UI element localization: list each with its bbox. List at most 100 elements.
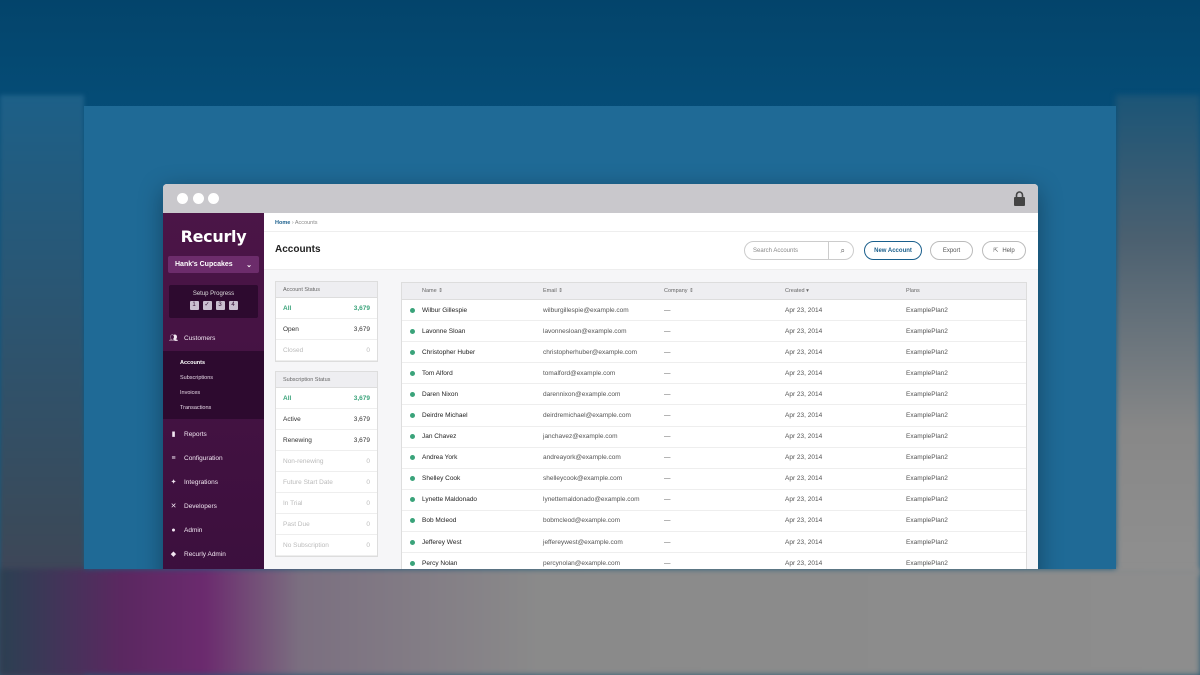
account-plan-text: ExamplePlan2 [906,496,948,504]
filter-row[interactable]: Past Due 0 [276,514,377,535]
account-plan: ExamplePlan2 [906,454,1026,461]
account-company: — [664,454,785,461]
shield-icon: ◆ [170,551,177,558]
account-name[interactable]: Jefferey West [402,539,543,546]
column-header-name[interactable]: Name ⇕ [402,288,543,294]
new-account-button[interactable]: New Account [864,241,922,260]
subnav-item-invoices[interactable]: Invoices [163,386,264,401]
table-row[interactable]: Daren Nixon darennixon@example.com — Apr 23… [402,384,1026,406]
export-button[interactable]: Export [930,241,973,260]
table-row[interactable]: Lavonne Sloan lavonnesloan@example.com — Ap… [402,321,1026,343]
account-plan-text: ExamplePlan2 [906,559,948,567]
table-row[interactable]: Tom Alford tomalford@example.com — Apr 23, … [402,363,1026,385]
search-icon[interactable]: ⌕ [841,246,845,256]
nav-item-reports[interactable]: ▮ Reports [163,428,264,440]
column-header-company[interactable]: Company ⇕ [664,288,785,294]
account-created-text: Apr 23, 2014 [785,348,823,356]
account-name[interactable]: Lynette Maldonado [402,496,543,503]
account-name[interactable]: Shelley Cook [402,475,543,482]
nav-item-customers[interactable]: 👥︎ Customers [163,332,264,344]
column-header-email[interactable]: Email ⇕ [543,288,664,294]
setup-step-1[interactable]: 1 [189,301,199,310]
window-dot-3[interactable] [208,193,219,204]
help-label: Help [1002,247,1015,254]
filter-row[interactable]: Renewing 3,679 [276,430,377,451]
account-email-text: deirdremichael@example.com [543,412,631,420]
account-name[interactable]: Daren Nixon [402,391,543,398]
nav-item-configuration[interactable]: ≡ Configuration [163,452,264,464]
account-name[interactable]: Wilbur Gillespie [402,307,543,314]
nav-label: Recurly Admin [184,550,226,558]
table-row[interactable]: Shelley Cook shelleycook@example.com — Apr … [402,469,1026,490]
status-dot-icon [410,413,415,419]
account-email: christopherhuber@example.com [543,349,664,356]
filter-row[interactable]: Active 3,679 [276,409,377,430]
filter-row[interactable]: Open 3,679 [276,319,377,340]
filter-row[interactable]: In Trial 0 [276,493,377,514]
account-name[interactable]: Christopher Huber [402,349,543,356]
nav-item-admin[interactable]: ● Admin [163,524,264,536]
nav-label: Reports [184,430,207,438]
account-plan: ExamplePlan2 [906,328,1026,335]
filter-row[interactable]: All 3,679 [276,298,377,319]
nav-item-developers[interactable]: ✕ Developers [163,500,264,512]
help-button[interactable]: ⇱ Help [982,241,1026,260]
site-selector[interactable]: Hank's Cupcakes ⌄ [168,256,259,273]
account-name-text: Wilbur Gillespie [422,306,468,314]
subnav-item-transactions[interactable]: Transactions [163,401,264,416]
table-row[interactable]: Christopher Huber christopherhuber@exampl… [402,342,1026,364]
table-row[interactable]: Andrea York andreayork@example.com — Apr 23… [402,448,1026,469]
setup-step-4[interactable]: 4 [228,301,238,310]
table-row[interactable]: Deirdre Michael deirdremichael@example.co… [402,405,1026,427]
account-name[interactable]: Deirdre Michael [402,412,543,419]
account-created: Apr 23, 2014 [785,475,906,482]
account-email: percynolan@example.com [543,560,664,567]
account-name[interactable]: Tom Alford [402,370,543,377]
status-dot-icon [410,539,415,545]
nav-label: Configuration [184,454,223,462]
breadcrumb-home[interactable]: Home [275,220,290,226]
status-dot-icon [410,497,415,503]
filter-row[interactable]: Closed 0 [276,340,377,361]
setup-step-3[interactable]: 3 [215,301,225,310]
breadcrumb-separator: › [291,220,294,226]
window-dot-1[interactable] [177,193,188,204]
window-dot-2[interactable] [193,193,204,204]
account-company-text: — [664,327,671,335]
table-row[interactable]: Percy Nolan percynolan@example.com — Apr 23… [402,553,1026,569]
filter-row[interactable]: All 3,679 [276,388,377,409]
account-created: Apr 23, 2014 [785,496,906,503]
account-email: wilburgillespie@example.com [543,307,664,314]
account-plan: ExamplePlan2 [906,517,1026,524]
account-name[interactable]: Andrea York [402,454,543,461]
account-name[interactable]: Bob Mcleod [402,517,543,524]
status-dot-icon [410,455,415,461]
account-name[interactable]: Lavonne Sloan [402,328,543,335]
filter-row[interactable]: No Subscription 0 [276,535,377,556]
search-placeholder: Search Accounts [753,247,799,254]
subnav-item-accounts[interactable]: Accounts [163,356,264,371]
account-name-text: Daren Nixon [422,390,459,398]
setup-step-2[interactable]: ✓ [202,301,212,310]
filter-label: Future Start Date [283,478,333,486]
table-row[interactable]: Wilbur Gillespie wilburgillespie@example.… [402,300,1026,322]
background-blur-bottom [0,569,1200,675]
account-plan-text: ExamplePlan2 [906,369,948,377]
account-name[interactable]: Jan Chavez [402,433,543,440]
table-row[interactable]: Jefferey West jeffereywest@example.com — Ap… [402,532,1026,554]
subnav-item-subscriptions[interactable]: Subscriptions [163,371,264,386]
filter-row[interactable]: Non-renewing 0 [276,451,377,472]
nav-item-recurly-admin[interactable]: ◆ Recurly Admin [163,548,264,560]
filter-row[interactable]: Future Start Date 0 [276,472,377,493]
setup-progress[interactable]: Setup Progress 1 ✓ 3 4 [169,285,258,318]
nav-item-integrations[interactable]: ✦ Integrations [163,476,264,488]
table-row[interactable]: Lynette Maldonado lynettemaldonado@exampl… [402,490,1026,511]
table-row[interactable]: Bob Mcleod bobmcleod@example.com — Apr 23, … [402,511,1026,533]
account-company-text: — [664,538,671,546]
search-input[interactable]: Search Accounts ⌕ [744,241,854,260]
column-header-created[interactable]: Created ▾ [785,288,906,294]
account-name[interactable]: Percy Nolan [402,560,543,567]
table-row[interactable]: Jan Chavez janchavez@example.com — Apr 23, … [402,427,1026,448]
wrench-icon: ✕ [170,503,177,510]
account-email-text: percynolan@example.com [543,559,621,567]
